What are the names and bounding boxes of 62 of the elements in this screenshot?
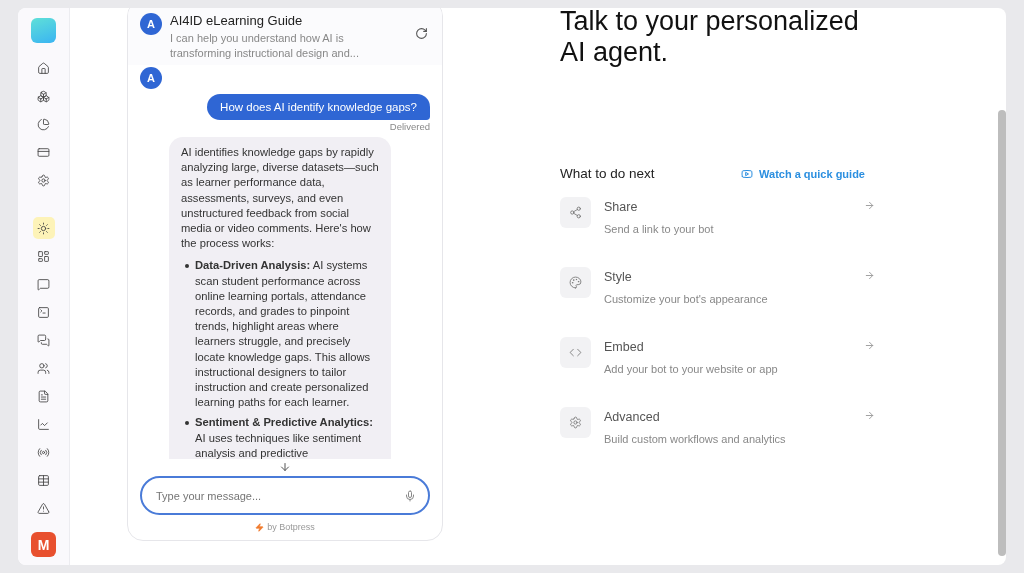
- action-icon-tile[interactable]: [560, 267, 591, 298]
- users-icon: [37, 361, 50, 375]
- message-text: AI identifies knowledge gaps by rapidly analyzing large, diverse datasets—such as learner performance data, assessments, surveys, and even unstructured feedback from social media or video comments. Here's how the process works:: [181, 145, 380, 252]
- chat-title: AI4ID eLearning Guide: [170, 13, 304, 28]
- microphone-icon[interactable]: [404, 489, 416, 502]
- bullet-icon: [185, 421, 189, 426]
- video-icon: [741, 167, 754, 180]
- settings-icon: [37, 173, 50, 187]
- home-icon: [37, 61, 50, 75]
- arrow-right-icon[interactable]: [864, 270, 875, 281]
- refresh-icon[interactable]: [415, 27, 428, 40]
- boxes-icon: [37, 89, 50, 103]
- section-heading: What to do next: [560, 166, 655, 181]
- share-icon: [569, 206, 582, 219]
- chat-bubble-icon: [37, 277, 50, 291]
- line-chart-icon: [37, 417, 50, 431]
- bullet-text: Sentiment & Predictive Analytics: AI uses techniques like sentiment analysis and predictive: [195, 415, 375, 459]
- arrow-right-icon[interactable]: [864, 200, 875, 211]
- action-title[interactable]: Embed: [604, 340, 851, 354]
- action-icon-tile[interactable]: [560, 197, 591, 228]
- arrow-right-icon[interactable]: [864, 340, 875, 351]
- card-icon: [37, 145, 50, 159]
- settings-icon: [569, 416, 582, 429]
- bullet-text: Data-Driven Analysis: AI systems scan student performance across online learning portals, attendance records, and grades to pinpoint trends, highlight areas where learners struggle, and precisely locate knowledge gaps. This allows instructional designers to tailor instruction and create personalized learning paths for each learner.: [195, 258, 372, 411]
- action-icon-tile[interactable]: [560, 407, 591, 438]
- action-title[interactable]: Advanced: [604, 410, 851, 424]
- sidebar-item[interactable]: [32, 217, 55, 239]
- bot-avatar: A: [140, 67, 162, 89]
- layout-icon: [37, 249, 50, 263]
- pie-chart-icon: [37, 117, 50, 131]
- palette-icon: [569, 276, 582, 289]
- code-icon: [569, 346, 582, 359]
- message-field[interactable]: Type your message...: [140, 476, 430, 515]
- action-title[interactable]: Style: [604, 270, 851, 284]
- quick-guide-link[interactable]: Watch a quick guide: [741, 167, 865, 180]
- document-icon: [37, 389, 50, 403]
- action-title[interactable]: Share: [604, 200, 851, 214]
- arrow-right-icon[interactable]: [864, 410, 875, 421]
- app-logo[interactable]: [31, 18, 56, 43]
- bolt-icon: [255, 522, 265, 532]
- sun-icon: [37, 221, 50, 235]
- bullet-icon: [185, 264, 189, 269]
- action-description: Customize your bot's appearance: [604, 293, 769, 305]
- user-message: How does AI identify knowledge gaps?: [207, 94, 430, 120]
- chat-bubbles-icon: [37, 333, 50, 347]
- powered-by-text: by Botpress: [267, 522, 315, 532]
- page-title: Talk to your personalized AI agent.: [560, 8, 860, 68]
- user-avatar[interactable]: M: [31, 532, 56, 557]
- table-icon: [37, 473, 50, 487]
- bot-avatar: A: [140, 13, 162, 35]
- action-icon-tile[interactable]: [560, 337, 591, 368]
- delivery-status: Delivered: [389, 121, 430, 132]
- broadcast-icon: [37, 445, 50, 459]
- action-description: Build custom workflows and analytics: [604, 433, 787, 445]
- scrollbar[interactable]: [998, 110, 1006, 556]
- action-description: Add your bot to your website or app: [604, 363, 779, 375]
- warning-icon: [37, 501, 50, 515]
- chat-description: I can help you understand how AI is transforming instructional design and...: [170, 31, 360, 61]
- arrow-down-icon: [279, 461, 291, 473]
- action-description: Send a link to your bot: [604, 223, 715, 235]
- terminal-icon: [37, 305, 50, 319]
- message-input[interactable]: Type your message...: [154, 488, 404, 503]
